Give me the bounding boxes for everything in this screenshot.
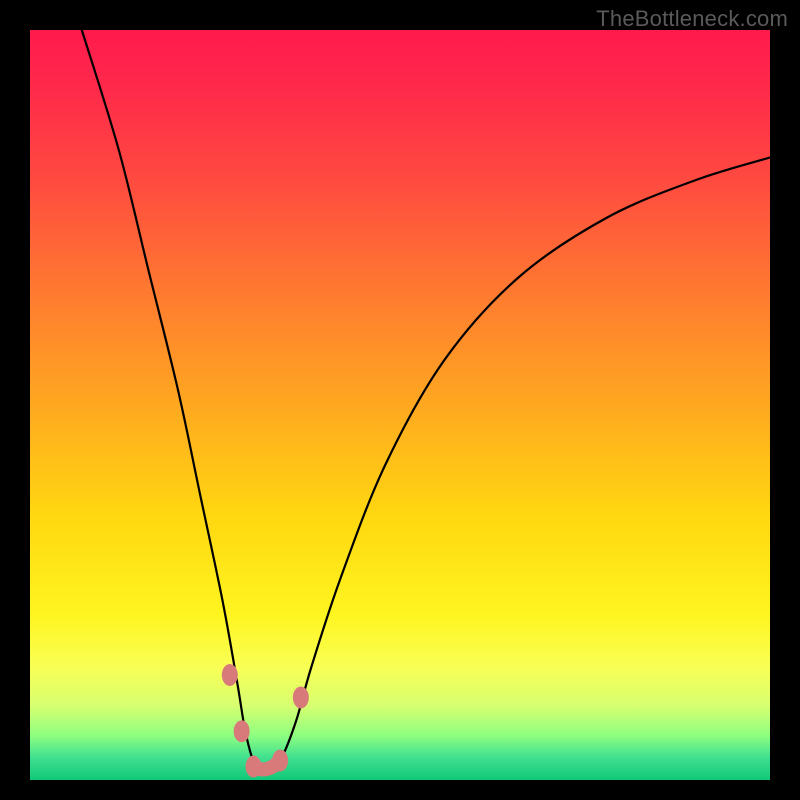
plot-area	[30, 30, 770, 780]
bottleneck-curve	[82, 30, 770, 774]
left-top-marker	[222, 664, 238, 686]
chart-frame: TheBottleneck.com	[0, 0, 800, 800]
right-dot-marker	[293, 687, 309, 709]
min-right-marker	[272, 750, 288, 772]
left-bottom-marker	[234, 720, 250, 742]
watermark-label: TheBottleneck.com	[596, 6, 788, 32]
chart-svg	[30, 30, 770, 780]
min-left-marker	[245, 756, 261, 778]
